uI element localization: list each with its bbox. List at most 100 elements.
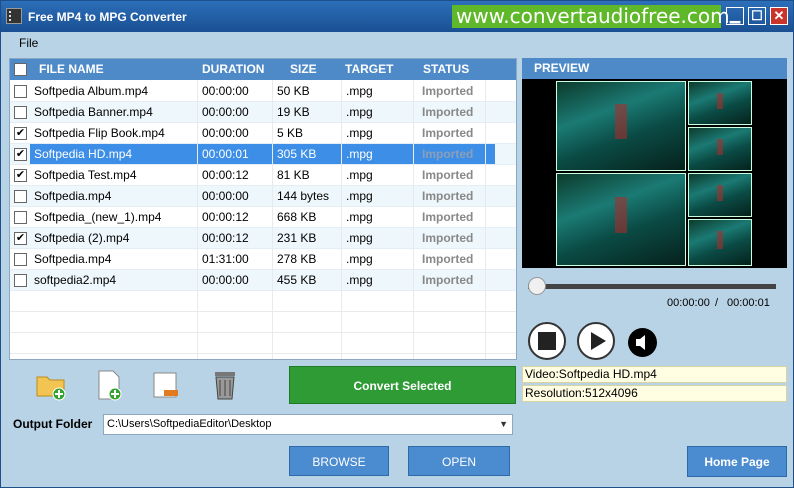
output-folder-select[interactable]: C:\Users\SoftpediaEditor\Desktop ▼	[103, 414, 513, 435]
add-file-icon[interactable]	[93, 368, 125, 402]
file-name-cell: Softpedia Flip Book.mp4	[34, 126, 165, 140]
table-row[interactable]: ✔ Softpedia Test.mp4 00:00:12 81 KB .mpg Impo…	[10, 165, 516, 186]
duration-cell: 01:31:00	[202, 252, 249, 266]
table-row[interactable]: Softpedia_(new_1).mp4 00:00:12 668 KB .mpg I…	[10, 207, 516, 228]
play-icon	[591, 332, 606, 350]
size-cell: 278 KB	[277, 252, 317, 266]
video-info: Video:Softpedia HD.mp4	[522, 366, 787, 383]
size-cell: 144 bytes	[277, 189, 330, 203]
seek-handle[interactable]	[528, 277, 546, 295]
play-button[interactable]	[577, 322, 615, 360]
file-name-cell: Softpedia.mp4	[34, 189, 112, 203]
add-folder-icon[interactable]	[35, 368, 67, 402]
file-name-cell: Softpedia HD.mp4	[34, 147, 133, 161]
table-row[interactable]: Softpedia.mp4 00:00:00 144 bytes .mpg Import…	[10, 186, 516, 207]
file-name-cell: Softpedia Test.mp4	[34, 168, 137, 182]
target-cell: .mpg	[346, 189, 373, 203]
preview-title: PREVIEW	[522, 58, 787, 79]
title-bar: Free MP4 to MPG Converter www.convertaud…	[1, 1, 793, 32]
total-time: 00:00:01	[727, 297, 770, 309]
output-folder-label: Output Folder	[13, 417, 93, 431]
row-checkbox[interactable]	[14, 253, 27, 266]
status-cell: Imported	[422, 147, 474, 161]
target-cell: .mpg	[346, 231, 373, 245]
status-cell: Imported	[422, 84, 474, 98]
preview-frame	[688, 127, 752, 171]
time-separator: /	[715, 297, 719, 309]
preview-frame	[688, 219, 752, 266]
status-cell: Imported	[422, 273, 474, 287]
target-cell: .mpg	[346, 210, 373, 224]
duration-cell: 00:00:00	[202, 189, 249, 203]
row-checkbox[interactable]: ✔	[14, 127, 27, 140]
duration-cell: 00:00:00	[202, 84, 249, 98]
chevron-down-icon[interactable]: ▼	[499, 415, 508, 434]
header-status[interactable]: STATUS	[423, 62, 469, 76]
status-cell: Imported	[422, 189, 474, 203]
duration-cell: 00:00:00	[202, 105, 249, 119]
seek-bar[interactable]	[528, 284, 776, 289]
menu-file[interactable]: File	[19, 36, 38, 50]
preview-frame	[688, 81, 752, 125]
target-cell: .mpg	[346, 273, 373, 287]
close-button[interactable]: ✕	[770, 7, 788, 25]
list-header: FILE NAME DURATION SIZE TARGET STATUS	[10, 59, 516, 80]
status-cell: Imported	[422, 231, 474, 245]
row-checkbox[interactable]	[14, 106, 27, 119]
window-title: Free MP4 to MPG Converter	[28, 10, 187, 24]
file-name-cell: Softpedia (2).mp4	[34, 231, 130, 245]
table-row[interactable]: ✔ Softpedia HD.mp4 00:00:01 305 KB .mpg Impor…	[10, 144, 516, 165]
table-row[interactable]: softpedia2.mp4 00:00:00 455 KB .mpg Imported	[10, 270, 516, 291]
film-icon	[6, 8, 22, 24]
file-name-cell: Softpedia Album.mp4	[34, 84, 149, 98]
target-cell: .mpg	[346, 126, 373, 140]
row-checkbox[interactable]	[14, 190, 27, 203]
remove-file-icon[interactable]	[150, 368, 182, 402]
size-cell: 455 KB	[277, 273, 317, 287]
header-size[interactable]: SIZE	[290, 62, 317, 76]
row-checkbox[interactable]: ✔	[14, 169, 27, 182]
current-time: 00:00:00	[667, 297, 710, 309]
file-list[interactable]: FILE NAME DURATION SIZE TARGET STATUS So…	[9, 58, 517, 360]
browse-button[interactable]: BROWSE	[289, 446, 389, 476]
table-row[interactable]: Softpedia Banner.mp4 00:00:00 19 KB .mpg Imp…	[10, 102, 516, 123]
file-name-cell: Softpedia.mp4	[34, 252, 112, 266]
size-cell: 5 KB	[277, 126, 304, 140]
table-row[interactable]: Softpedia Album.mp4 00:00:00 50 KB .mpg Impo…	[10, 81, 516, 102]
home-page-button[interactable]: Home Page	[687, 446, 787, 477]
speaker-icon[interactable]	[628, 328, 657, 357]
promo-link[interactable]: www.convertaudiofree.com	[452, 5, 730, 28]
table-row[interactable]: Softpedia.mp4 01:31:00 278 KB .mpg Imported	[10, 249, 516, 270]
maximize-button[interactable]: ☐	[748, 7, 766, 25]
file-toolbar	[9, 366, 284, 404]
duration-cell: 00:00:00	[202, 126, 249, 140]
header-file-name[interactable]: FILE NAME	[39, 62, 104, 76]
table-row[interactable]: ✔ Softpedia Flip Book.mp4 00:00:00 5 KB .mpg…	[10, 123, 516, 144]
row-checkbox[interactable]	[14, 85, 27, 98]
table-row[interactable]: ✔ Softpedia (2).mp4 00:00:12 231 KB .mpg Impo…	[10, 228, 516, 249]
header-duration[interactable]: DURATION	[202, 62, 264, 76]
row-checkbox[interactable]: ✔	[14, 148, 27, 161]
convert-selected-button[interactable]: Convert Selected	[289, 366, 516, 404]
minimize-button[interactable]: ▁	[726, 7, 744, 25]
trash-icon[interactable]	[209, 368, 241, 402]
size-cell: 668 KB	[277, 210, 317, 224]
size-cell: 305 KB	[277, 147, 317, 161]
row-checkbox[interactable]: ✔	[14, 232, 27, 245]
select-all-checkbox[interactable]	[14, 63, 27, 76]
output-folder-path: C:\Users\SoftpediaEditor\Desktop	[107, 418, 272, 430]
file-name-cell: softpedia2.mp4	[34, 273, 117, 287]
file-name-cell: Softpedia Banner.mp4	[34, 105, 153, 119]
preview-frame	[556, 81, 686, 171]
stop-button[interactable]	[528, 322, 566, 360]
status-cell: Imported	[422, 168, 474, 182]
row-checkbox[interactable]	[14, 274, 27, 287]
preview-frame	[688, 173, 752, 217]
status-cell: Imported	[422, 105, 474, 119]
row-checkbox[interactable]	[14, 211, 27, 224]
app-window: Free MP4 to MPG Converter www.convertaud…	[0, 0, 794, 488]
duration-cell: 00:00:01	[202, 147, 249, 161]
resolution-info: Resolution:512x4096	[522, 385, 787, 402]
open-button[interactable]: OPEN	[408, 446, 510, 476]
header-target[interactable]: TARGET	[345, 62, 393, 76]
